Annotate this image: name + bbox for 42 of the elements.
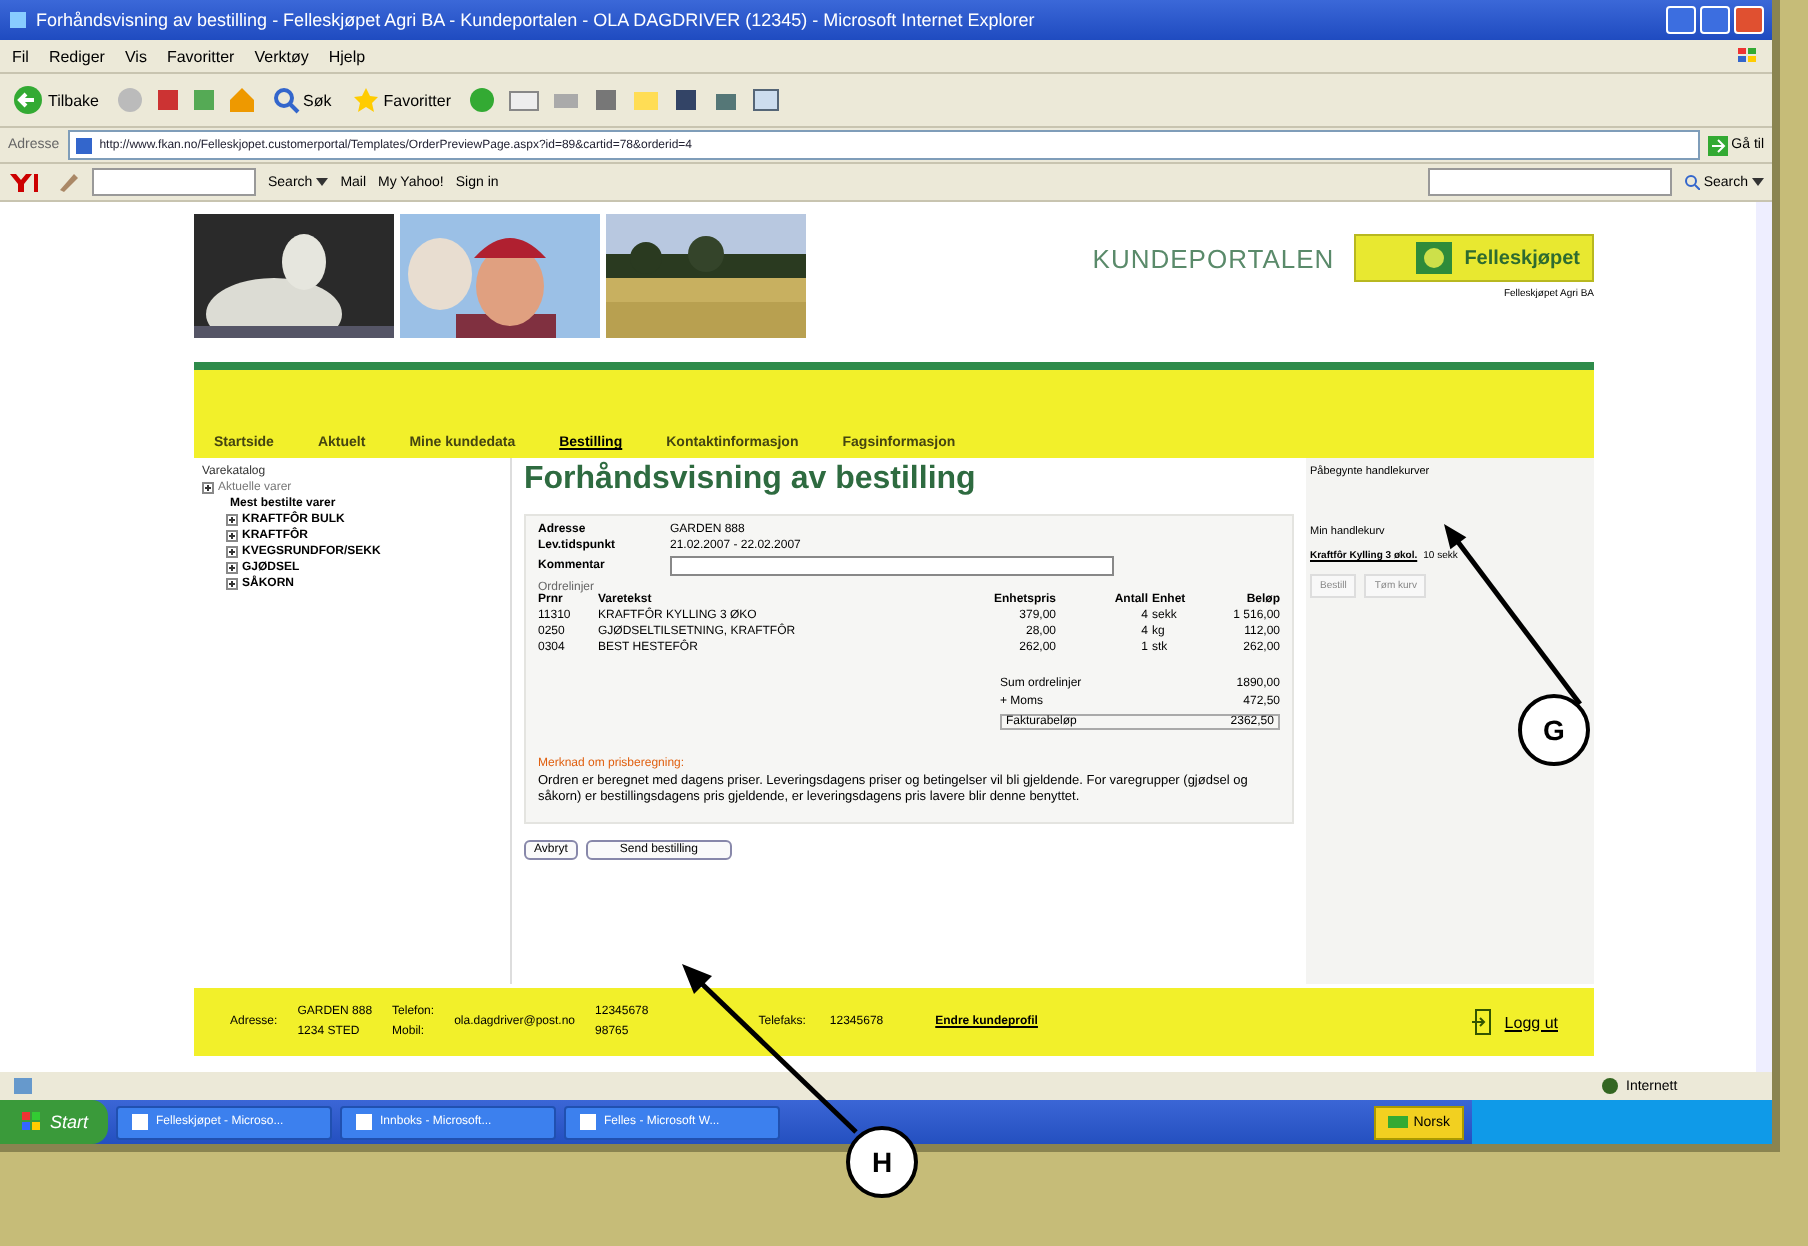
menu-item[interactable]: Rediger	[48, 47, 105, 65]
expand-icon	[226, 530, 238, 542]
menu-item[interactable]: Vis	[124, 47, 147, 65]
windows-logo-icon	[20, 1110, 44, 1134]
expand-icon	[226, 514, 238, 526]
search-field[interactable]	[1427, 168, 1672, 196]
home-icon	[227, 86, 255, 114]
menu-item[interactable]: Favoritter	[166, 47, 235, 65]
caret-icon	[1752, 178, 1764, 186]
star-icon	[351, 86, 380, 114]
menu-item[interactable]: Hjelp	[328, 47, 366, 65]
search-field[interactable]	[92, 168, 256, 196]
expand-icon	[226, 562, 238, 574]
close-button[interactable]	[1734, 6, 1764, 34]
go-arrow-icon	[1707, 135, 1728, 155]
search-icon	[271, 86, 299, 114]
windows-flag-icon	[1736, 46, 1760, 66]
menu-item[interactable]: Fil	[12, 47, 29, 65]
window-title: Forhåndsvisning av bestilling - Felleskjøpet Agri BA - Kundeportalen - OLA DAGDRIVER (12345) - Microsoft Internet Explorer	[36, 10, 1037, 30]
minimize-button[interactable]	[1666, 6, 1696, 34]
start-button[interactable]: Start	[0, 1100, 109, 1144]
expand-icon	[226, 578, 238, 590]
comment-field[interactable]	[670, 556, 1114, 576]
maximize-button[interactable]	[1700, 6, 1730, 34]
caret-icon	[316, 178, 329, 186]
window-icon	[751, 86, 780, 114]
menu-item[interactable]: Verktøy	[254, 47, 309, 65]
page-title: Forhåndsvisning av bestilling	[524, 462, 978, 498]
favorites-button[interactable]: Favoritter	[347, 84, 456, 116]
logout-link[interactable]: Logg ut	[1470, 1008, 1558, 1036]
expand-icon	[226, 546, 238, 558]
expand-icon	[202, 482, 214, 494]
search-button[interactable]: Søk	[267, 84, 336, 116]
pencil-icon	[56, 170, 80, 194]
scrollbar[interactable]	[1756, 202, 1772, 1072]
search-icon	[1683, 174, 1700, 190]
callout-label: H	[846, 1126, 918, 1198]
toolbar-logo-icon	[8, 170, 44, 194]
portal-title: KUNDEPORTALEN	[1092, 243, 1335, 273]
logo-icon	[1416, 242, 1453, 274]
back-button[interactable]: Tilbake	[8, 82, 103, 118]
logo-text: Felleskjøpet	[1464, 247, 1580, 269]
